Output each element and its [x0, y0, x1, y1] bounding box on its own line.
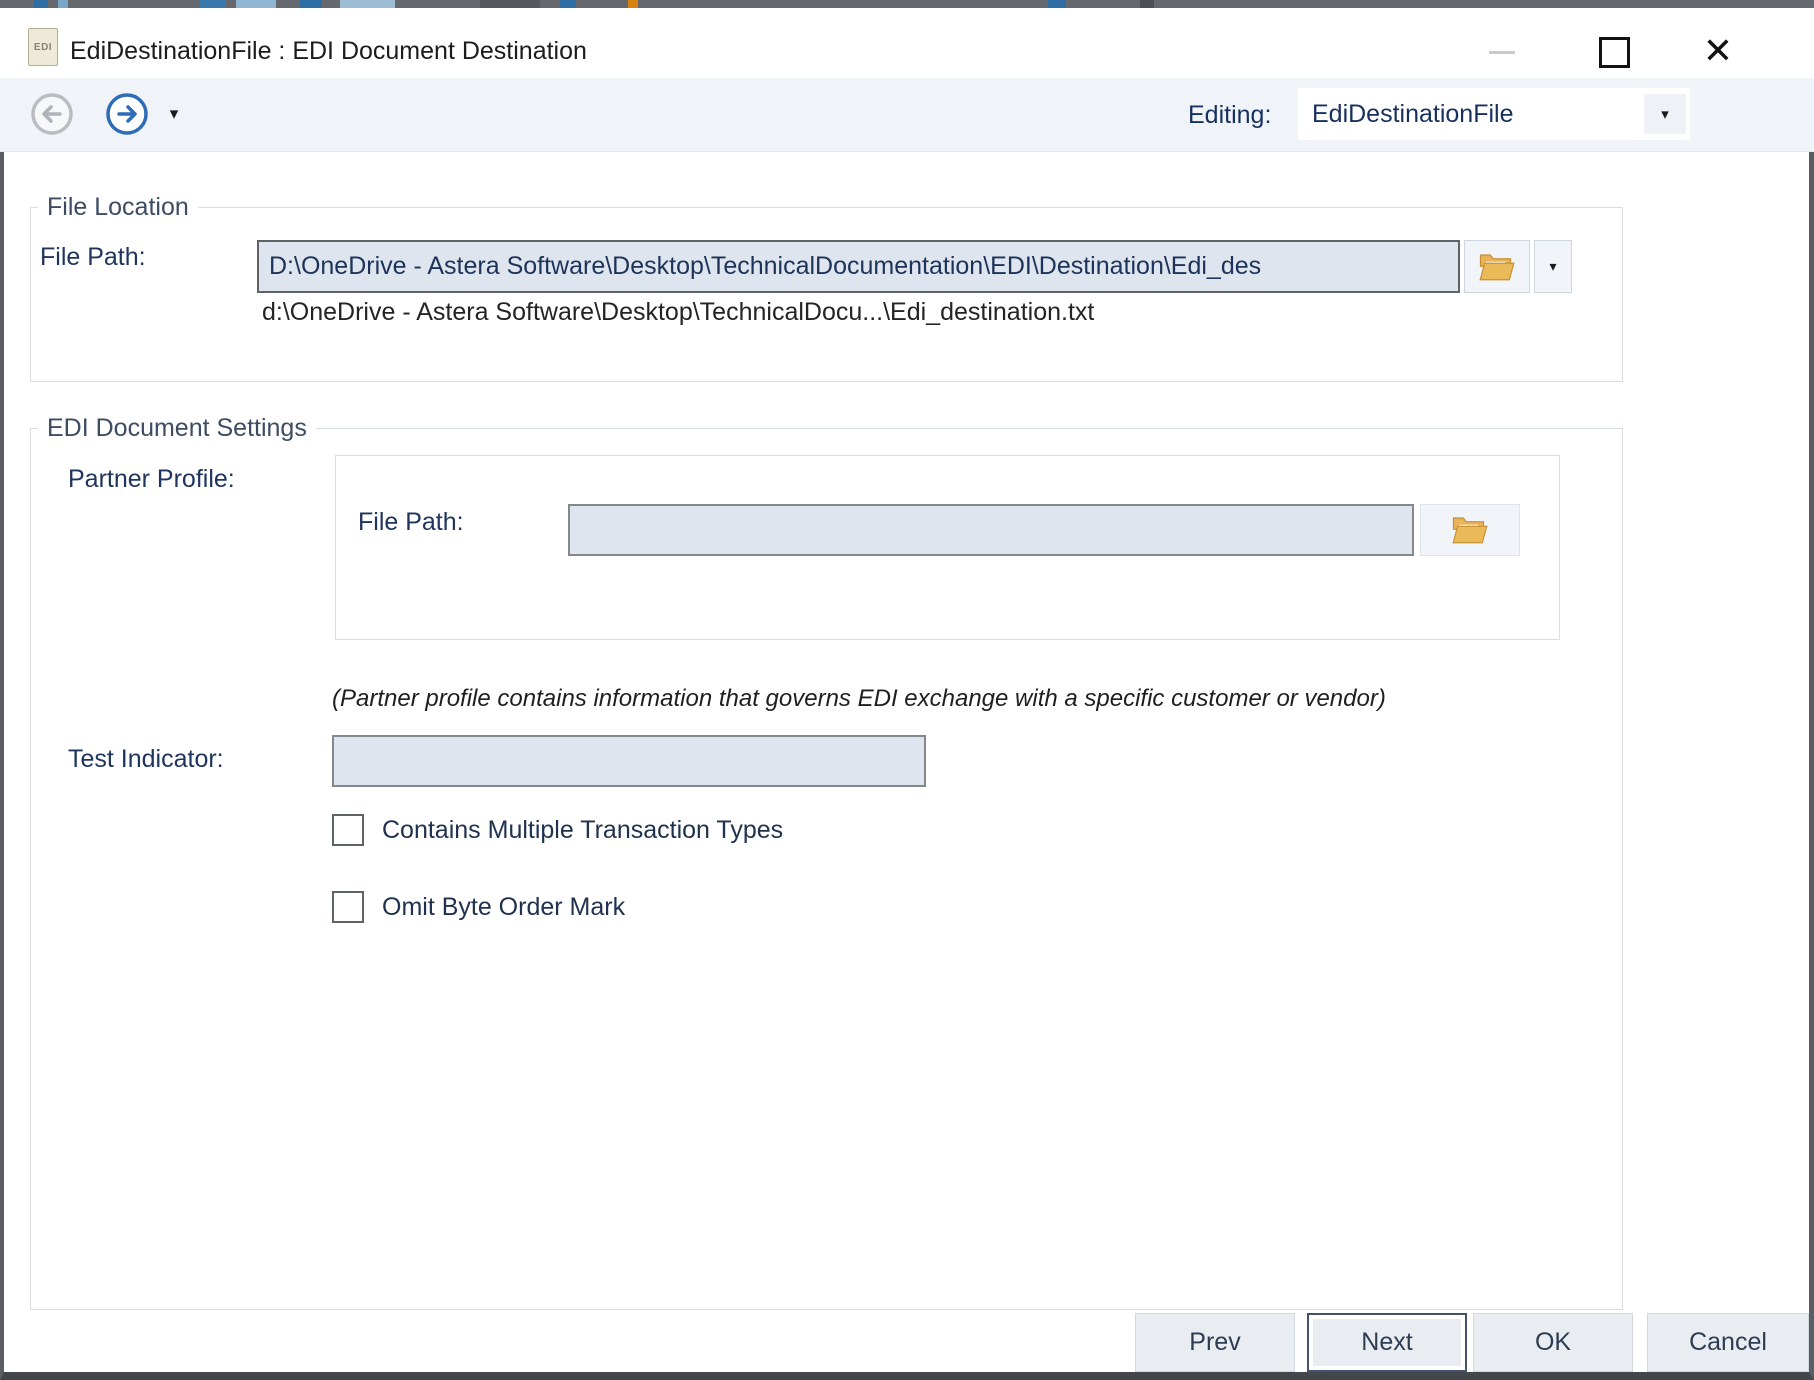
minimize-button[interactable]	[1480, 32, 1524, 72]
resolved-file-path-text: d:\OneDrive - Astera Software\Desktop\Te…	[262, 298, 1094, 327]
minimize-icon	[1489, 51, 1515, 54]
edi-icon-text: EDI	[34, 42, 52, 53]
checkbox-label: Omit Byte Order Mark	[382, 893, 625, 922]
cancel-button[interactable]: Cancel	[1647, 1313, 1809, 1372]
partner-file-path-label: File Path:	[358, 508, 464, 537]
editing-label: Editing:	[1188, 78, 1271, 152]
back-button[interactable]	[30, 92, 74, 136]
back-arrow-icon	[30, 92, 74, 136]
ok-button[interactable]: OK	[1473, 1313, 1633, 1372]
file-path-label: File Path:	[40, 243, 146, 272]
folder-open-icon	[1479, 252, 1515, 282]
maximize-button[interactable]	[1592, 32, 1636, 72]
checkbox-row-omit-byte-order-mark[interactable]: Omit Byte Order Mark	[332, 891, 625, 923]
prev-button[interactable]: Prev	[1135, 1313, 1295, 1372]
checkbox-multiple-transaction-types[interactable]	[332, 814, 364, 846]
partner-profile-note: (Partner profile contains information th…	[332, 685, 1386, 713]
edi-document-icon: EDI	[28, 28, 58, 66]
edi-document-settings-group-label: EDI Document Settings	[38, 413, 316, 443]
file-location-group-label: File Location	[38, 192, 198, 222]
file-path-input[interactable]	[257, 240, 1460, 293]
maximize-icon	[1599, 37, 1630, 68]
background-window-remnant	[0, 0, 1814, 8]
browse-dropdown-caret[interactable]: ▾	[1534, 240, 1572, 293]
test-indicator-input[interactable]	[332, 735, 926, 787]
window-title: EdiDestinationFile : EDI Document Destin…	[70, 16, 587, 86]
navigation-dropdown-caret[interactable]: ▾	[162, 92, 186, 136]
close-button[interactable]: ✕	[1692, 24, 1744, 78]
partner-profile-label: Partner Profile:	[68, 465, 235, 494]
browse-button[interactable]	[1464, 240, 1530, 293]
partner-file-path-input[interactable]	[568, 504, 1414, 556]
chevron-down-icon[interactable]: ▾	[1644, 94, 1686, 134]
editing-combobox[interactable]: EdiDestinationFile ▾	[1298, 88, 1690, 140]
partner-browse-button[interactable]	[1420, 504, 1520, 556]
folder-open-icon	[1452, 515, 1488, 545]
checkbox-label: Contains Multiple Transaction Types	[382, 816, 783, 845]
forward-button[interactable]	[105, 92, 149, 136]
title-bar[interactable]: EDI EdiDestinationFile : EDI Document De…	[0, 8, 1814, 78]
forward-arrow-icon	[105, 92, 149, 136]
next-button[interactable]: Next	[1307, 1313, 1467, 1372]
file-location-group	[30, 207, 1623, 382]
checkbox-row-multiple-transaction-types[interactable]: Contains Multiple Transaction Types	[332, 814, 783, 846]
test-indicator-label: Test Indicator:	[68, 745, 224, 774]
checkbox-omit-byte-order-mark[interactable]	[332, 891, 364, 923]
editing-combobox-value: EdiDestinationFile	[1298, 100, 1644, 129]
